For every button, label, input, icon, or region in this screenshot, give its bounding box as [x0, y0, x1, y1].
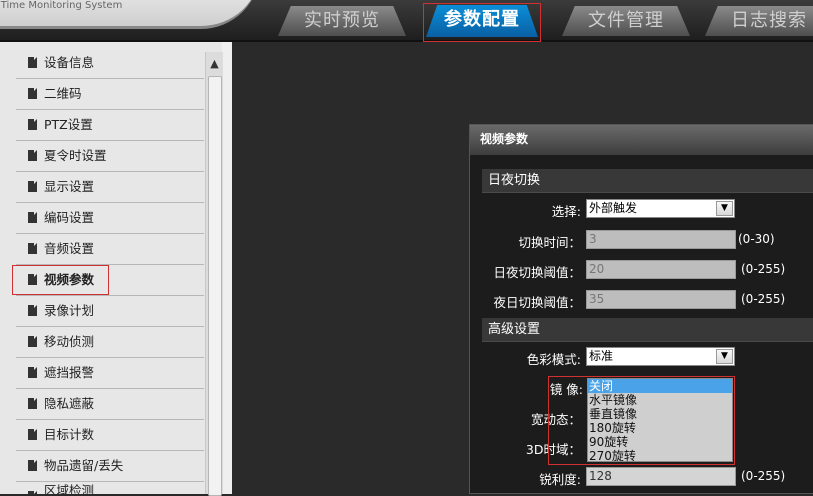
document-icon: [28, 212, 37, 223]
sidebar-item-display[interactable]: 显示设置: [16, 172, 204, 203]
sidebar-item-ptz[interactable]: PTZ设置: [16, 110, 204, 141]
daynight-mode-value: 外部触发: [589, 201, 638, 215]
sidebar-item-label: 显示设置: [44, 179, 95, 194]
sidebar-item-target-count[interactable]: 目标计数: [16, 420, 204, 451]
panel-title: 视频参数: [470, 125, 813, 155]
sharpness-input[interactable]: 128: [586, 467, 736, 486]
sidebar-gap: [222, 42, 232, 494]
sidebar-item-label: 编码设置: [44, 210, 95, 225]
daynight-select-label: 选择:: [551, 204, 581, 219]
section-day-night: 日夜切换: [482, 169, 813, 193]
switch-time-label: 切换时间：: [518, 235, 581, 250]
sidebar-item-label: 隐私遮蔽: [44, 396, 95, 411]
scroll-up-icon[interactable]: ▲: [206, 52, 223, 76]
color-mode-select[interactable]: 标准 ▼: [586, 347, 735, 366]
switch-time-input[interactable]: 3: [586, 230, 736, 249]
switch-time-range: (0-30): [738, 232, 775, 246]
document-icon: [28, 398, 37, 409]
day-threshold-range: (0-255): [741, 262, 786, 276]
chevron-down-icon[interactable]: ▼: [716, 201, 733, 216]
sidebar-item-label: 区域检测: [44, 483, 95, 494]
document-icon: [28, 57, 37, 68]
sidebar-item-label: 目标计数: [44, 427, 95, 442]
sidebar-item-label: 移动侦测: [44, 334, 95, 349]
sidebar-item-tamper-alarm[interactable]: 遮挡报警: [16, 358, 204, 389]
sidebar-item-device-info[interactable]: 设备信息: [16, 48, 204, 79]
sidebar-item-label: 物品遗留/丢失: [44, 458, 124, 473]
color-mode-value: 标准: [589, 349, 614, 363]
day-threshold-input[interactable]: 20: [586, 260, 736, 279]
document-icon: [28, 367, 37, 378]
tab-live-preview[interactable]: 实时预览: [278, 6, 406, 36]
document-icon: [28, 88, 37, 99]
night-threshold-input[interactable]: 35: [586, 290, 736, 309]
logo-text: ... Time Monitoring System: [0, 0, 123, 11]
section-advanced: 高级设置: [482, 318, 813, 342]
scroll-thumb[interactable]: [208, 76, 222, 496]
sidebar-item-audio[interactable]: 音频设置: [16, 234, 204, 265]
sidebar-item-privacy-mask[interactable]: 隐私遮蔽: [16, 389, 204, 420]
document-icon: [28, 150, 37, 161]
color-mode-label: 色彩模式:: [526, 352, 581, 367]
sidebar-item-label: 夏令时设置: [44, 148, 107, 163]
sidebar-item-label: 录像计划: [44, 303, 95, 318]
sidebar-item-label: 二维码: [44, 86, 82, 101]
sidebar-item-object-left-lost[interactable]: 物品遗留/丢失: [16, 451, 204, 482]
top-navigation-bar: ... Time Monitoring System 实时预览 参数配置 文件管…: [0, 0, 813, 42]
sidebar-item-motion-detection[interactable]: 移动侦测: [16, 327, 204, 358]
logo-banner: ... Time Monitoring System: [0, 0, 260, 29]
night-threshold-label: 夜日切换阈值：: [493, 295, 581, 310]
sidebar-item-region-detection[interactable]: 区域检测: [16, 482, 204, 494]
sidebar-item-label: 遮挡报警: [44, 365, 95, 380]
sidebar-item-dst[interactable]: 夏令时设置: [16, 141, 204, 172]
sharpness-label: 锐利度:: [539, 472, 581, 487]
document-icon: [28, 429, 37, 440]
document-icon: [28, 243, 37, 254]
sidebar-item-label: 设备信息: [44, 55, 95, 70]
night-threshold-range: (0-255): [741, 292, 786, 306]
sidebar-item-record-schedule[interactable]: 录像计划: [16, 296, 204, 327]
tab-log-search[interactable]: 日志搜索: [705, 6, 813, 36]
document-icon: [28, 460, 37, 471]
document-icon: [28, 181, 37, 192]
sharpness-range: (0-255): [741, 469, 786, 483]
sidebar-item-label: PTZ设置: [44, 117, 93, 132]
sidebar-item-label: 音频设置: [44, 241, 95, 256]
tab-file-management[interactable]: 文件管理: [562, 6, 690, 36]
active-sidebar-highlight: [12, 265, 109, 295]
document-icon: [28, 305, 37, 316]
day-threshold-label: 日夜切换阈值：: [493, 265, 581, 280]
document-icon: [28, 119, 37, 130]
sidebar-item-encoding[interactable]: 编码设置: [16, 203, 204, 234]
chevron-down-icon[interactable]: ▼: [716, 349, 733, 364]
sidebar-item-qrcode[interactable]: 二维码: [16, 79, 204, 110]
active-tab-highlight: [423, 3, 541, 42]
daynight-mode-select[interactable]: 外部触发 ▼: [586, 199, 735, 218]
document-icon: [28, 336, 37, 347]
mirror-dropdown-highlight: [548, 376, 735, 465]
sidebar-scrollbar[interactable]: ▲: [205, 52, 223, 496]
